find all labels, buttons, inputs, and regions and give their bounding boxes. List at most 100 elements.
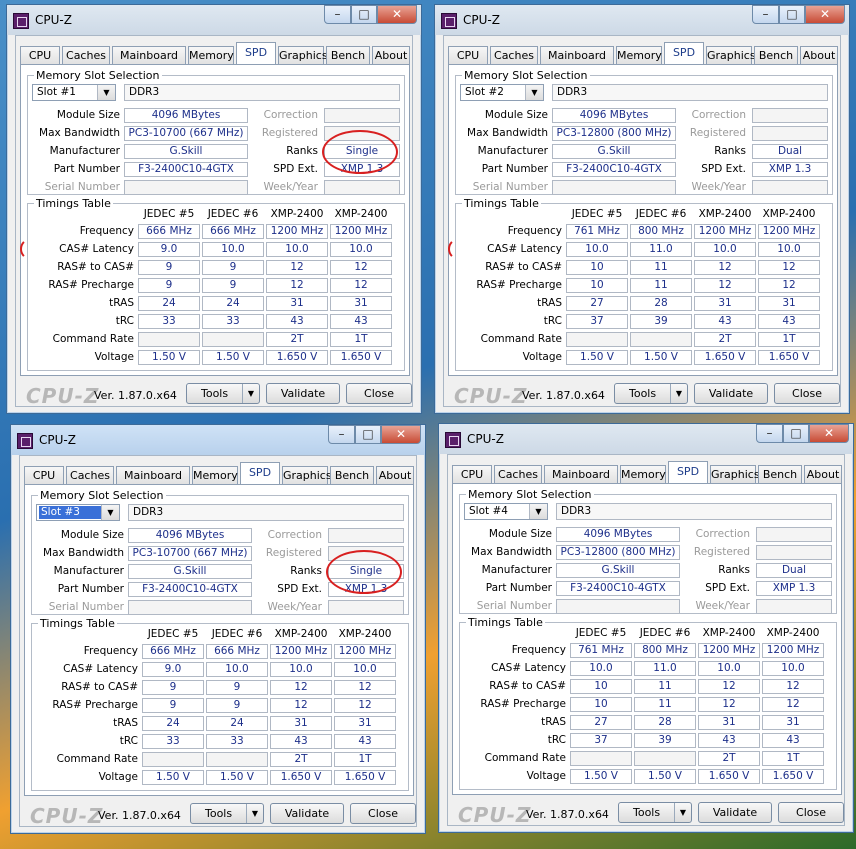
slot-select[interactable]: Slot #4 ▼ xyxy=(464,503,548,520)
close-window-button[interactable]: ✕ xyxy=(805,5,845,24)
maximize-button[interactable]: □ xyxy=(351,5,377,24)
timings-cell: 1.650 V xyxy=(330,350,392,365)
chevron-down-icon[interactable]: ▼ xyxy=(246,804,263,823)
validate-button[interactable]: Validate xyxy=(266,383,340,404)
tab-memory[interactable]: Memory xyxy=(188,46,234,64)
tab-caches[interactable]: Caches xyxy=(66,466,114,484)
tools-button[interactable]: Tools ▼ xyxy=(614,383,688,404)
validate-button[interactable]: Validate xyxy=(698,802,772,823)
slot-select[interactable]: Slot #2 ▼ xyxy=(460,84,544,101)
minimize-button[interactable]: – xyxy=(328,425,355,444)
timings-cell: 12 xyxy=(762,679,824,694)
module-size-field: 4096 MBytes xyxy=(128,528,252,543)
timings-cell: 9 xyxy=(138,278,200,293)
tab-memory[interactable]: Memory xyxy=(620,465,666,483)
minimize-button[interactable]: – xyxy=(756,424,783,443)
title-bar[interactable]: CPU-Z – □ ✕ xyxy=(7,5,421,35)
title-bar[interactable]: CPU-Z – □ ✕ xyxy=(439,424,853,454)
timings-cell: 12 xyxy=(266,278,328,293)
week-year-field xyxy=(752,180,828,195)
timings-cell: 12 xyxy=(334,698,396,713)
week-year-field xyxy=(324,180,400,195)
title-bar[interactable]: CPU-Z – □ ✕ xyxy=(435,5,849,35)
chevron-down-icon[interactable]: ▼ xyxy=(101,505,119,520)
tab-graphics[interactable]: Graphics xyxy=(706,46,756,64)
cpuz-window-3[interactable]: CPU-Z – □ ✕ CPU Caches Mainboard Memory SPD Graph… xyxy=(10,424,426,834)
tab-spd[interactable]: SPD xyxy=(668,461,708,483)
close-button[interactable]: Close xyxy=(346,383,412,404)
minimize-button[interactable]: – xyxy=(752,5,779,24)
tab-graphics[interactable]: Graphics xyxy=(278,46,328,64)
registered-label: Registered xyxy=(689,127,746,139)
minimize-button[interactable]: – xyxy=(324,5,351,24)
tab-cpu[interactable]: CPU xyxy=(24,466,64,484)
version-label: Ver. 1.87.0.x64 xyxy=(526,808,609,821)
tools-button[interactable]: Tools ▼ xyxy=(618,802,692,823)
tab-about[interactable]: About xyxy=(376,466,414,484)
close-button[interactable]: Close xyxy=(774,383,840,404)
tab-memory[interactable]: Memory xyxy=(616,46,662,64)
timings-cell: 10 xyxy=(566,278,628,293)
validate-button[interactable]: Validate xyxy=(270,803,344,824)
tab-bench[interactable]: Bench xyxy=(326,46,370,64)
validate-button[interactable]: Validate xyxy=(694,383,768,404)
timings-cell: 10.0 xyxy=(202,242,264,257)
chevron-down-icon[interactable]: ▼ xyxy=(525,85,543,100)
tab-cpu[interactable]: CPU xyxy=(20,46,60,64)
close-window-button[interactable]: ✕ xyxy=(377,5,417,24)
tab-mainboard[interactable]: Mainboard xyxy=(544,465,618,483)
tab-about[interactable]: About xyxy=(800,46,838,64)
close-button[interactable]: Close xyxy=(350,803,416,824)
chevron-down-icon[interactable]: ▼ xyxy=(97,85,115,100)
tab-cpu[interactable]: CPU xyxy=(452,465,492,483)
cpuz-window-2[interactable]: CPU-Z – □ ✕ CPU Caches Mainboard Memory SPD Graph… xyxy=(434,4,850,414)
close-window-button[interactable]: ✕ xyxy=(809,424,849,443)
cpuz-window-1[interactable]: CPU-Z – □ ✕ CPU Caches Mainboard Memory SPD Graph… xyxy=(6,4,422,414)
chevron-down-icon[interactable]: ▼ xyxy=(529,504,547,519)
timings-row-label: Frequency xyxy=(511,644,566,656)
tab-mainboard[interactable]: Mainboard xyxy=(116,466,190,484)
slot-select[interactable]: Slot #1 ▼ xyxy=(32,84,116,101)
timings-table-title: Timings Table xyxy=(38,617,117,630)
tab-caches[interactable]: Caches xyxy=(62,46,110,64)
tab-spd[interactable]: SPD xyxy=(236,42,276,64)
tab-bench[interactable]: Bench xyxy=(330,466,374,484)
tab-cpu[interactable]: CPU xyxy=(448,46,488,64)
timings-cell: 39 xyxy=(634,733,696,748)
tab-bench[interactable]: Bench xyxy=(758,465,802,483)
tab-about[interactable]: About xyxy=(804,465,842,483)
tab-memory[interactable]: Memory xyxy=(192,466,238,484)
slot-select[interactable]: Slot #3 ▼ xyxy=(36,504,120,521)
tab-caches[interactable]: Caches xyxy=(490,46,538,64)
tab-graphics[interactable]: Graphics xyxy=(282,466,332,484)
tools-button[interactable]: Tools ▼ xyxy=(190,803,264,824)
timings-cell: 1.50 V xyxy=(202,350,264,365)
timings-cell: 10.0 xyxy=(570,661,632,676)
maximize-button[interactable]: □ xyxy=(779,5,805,24)
tab-caches[interactable]: Caches xyxy=(494,465,542,483)
maximize-button[interactable]: □ xyxy=(355,425,381,444)
maximize-button[interactable]: □ xyxy=(783,424,809,443)
correction-label: Correction xyxy=(695,528,750,540)
part-number-field: F3-2400C10-4GTX xyxy=(128,582,252,597)
tab-bench[interactable]: Bench xyxy=(754,46,798,64)
tab-graphics[interactable]: Graphics xyxy=(710,465,760,483)
chevron-down-icon[interactable]: ▼ xyxy=(674,803,691,822)
registered-field xyxy=(756,545,832,560)
close-button[interactable]: Close xyxy=(778,802,844,823)
timings-cell: 43 xyxy=(330,314,392,329)
tab-mainboard[interactable]: Mainboard xyxy=(540,46,614,64)
timings-cell: 9 xyxy=(202,278,264,293)
chevron-down-icon[interactable]: ▼ xyxy=(242,384,259,403)
title-bar[interactable]: CPU-Z – □ ✕ xyxy=(11,425,425,455)
tools-button[interactable]: Tools ▼ xyxy=(186,383,260,404)
footer-bar: CPU-Z Ver. 1.87.0.x64 Tools ▼ Validate Close xyxy=(452,799,844,827)
cpuz-window-4[interactable]: CPU-Z – □ ✕ CPU Caches Mainboard Memory SPD Graph… xyxy=(438,423,854,833)
chevron-down-icon[interactable]: ▼ xyxy=(670,384,687,403)
close-window-button[interactable]: ✕ xyxy=(381,425,421,444)
tab-about[interactable]: About xyxy=(372,46,410,64)
tab-spd[interactable]: SPD xyxy=(240,462,280,484)
tab-mainboard[interactable]: Mainboard xyxy=(112,46,186,64)
timings-column-header: XMP-2400 xyxy=(766,627,820,639)
tab-spd[interactable]: SPD xyxy=(664,42,704,64)
